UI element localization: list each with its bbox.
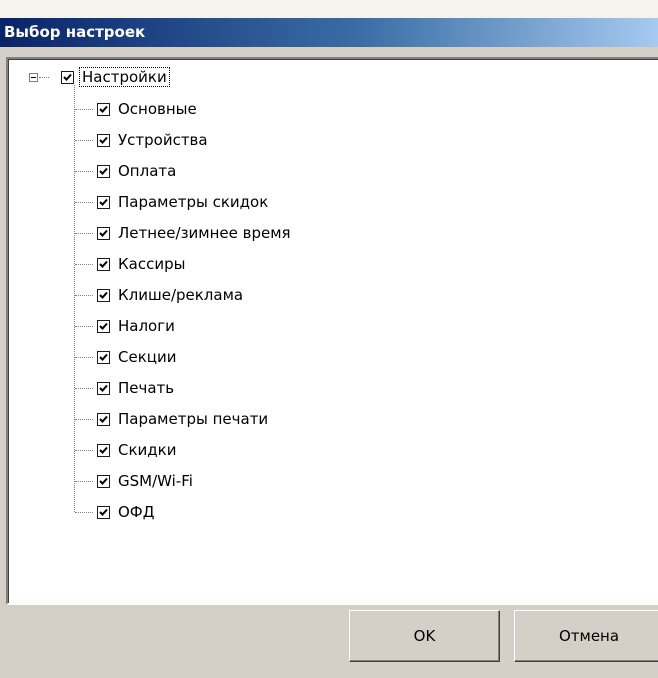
- tree-item-label: Налоги: [118, 317, 175, 335]
- checkmark-icon: [99, 353, 108, 361]
- tree-item-label: GSM/Wi-Fi: [118, 472, 193, 490]
- checkmark-icon: [99, 167, 108, 175]
- checkmark-icon: [99, 384, 108, 392]
- tree-item-label: Кассиры: [118, 255, 186, 273]
- checkbox[interactable]: [97, 102, 110, 116]
- checkmark-icon: [99, 136, 108, 144]
- window-title: Выбор настроек: [4, 23, 146, 41]
- tree-item-label: Параметры скидок: [118, 193, 269, 211]
- checkbox[interactable]: [97, 474, 110, 488]
- tree-item-label: ОФД: [118, 503, 155, 521]
- tree-item[interactable]: Клише/реклама: [97, 283, 245, 307]
- tree-item[interactable]: Устройства: [97, 128, 210, 152]
- checkbox[interactable]: [61, 70, 74, 84]
- tree-connector: [75, 326, 93, 327]
- checkmark-icon: [99, 508, 108, 516]
- tree-item[interactable]: Скидки: [97, 438, 178, 462]
- tree-connector: [75, 171, 93, 172]
- tree-connector: [39, 77, 49, 78]
- checkmark-icon: [99, 322, 108, 330]
- tree-connector: [75, 357, 93, 358]
- tree-item[interactable]: Секции: [97, 345, 178, 369]
- tree-item-label: Секции: [118, 348, 177, 366]
- checkmark-icon: [99, 198, 108, 206]
- tree-item[interactable]: GSM/Wi-Fi: [97, 469, 195, 493]
- checkmark-icon: [63, 73, 72, 81]
- checkbox[interactable]: [97, 195, 110, 209]
- checkbox[interactable]: [97, 319, 110, 333]
- tree-connector: [75, 388, 93, 389]
- tree-connector: [75, 202, 93, 203]
- tree-root-label: Настройки: [79, 67, 170, 87]
- tree-item-label: Печать: [118, 379, 175, 397]
- tree-item-label: Летнее/зимнее время: [118, 224, 291, 242]
- tree-item[interactable]: Летнее/зимнее время: [97, 221, 293, 245]
- tree-item-label: Основные: [118, 100, 197, 118]
- tree-connector: [75, 419, 93, 420]
- tree-connector: [75, 295, 93, 296]
- title-bar: Выбор настроек: [0, 18, 658, 47]
- tree-connector: [75, 264, 93, 265]
- tree-item[interactable]: Параметры печати: [97, 407, 270, 431]
- ok-button[interactable]: OK: [349, 610, 500, 662]
- tree-item[interactable]: Основные: [97, 97, 199, 121]
- tree-connector: [75, 481, 93, 482]
- settings-dialog: Выбор настроек Настройки Основные Устройст…: [0, 0, 658, 678]
- checkbox[interactable]: [97, 381, 110, 395]
- checkbox[interactable]: [97, 412, 110, 426]
- tree-item-label: Скидки: [118, 441, 177, 459]
- checkbox[interactable]: [97, 443, 110, 457]
- checkbox[interactable]: [97, 164, 110, 178]
- checkbox[interactable]: [97, 257, 110, 271]
- checkbox[interactable]: [97, 288, 110, 302]
- settings-tree-panel[interactable]: Настройки Основные Устройства Оплата Парамет…: [6, 57, 658, 605]
- tree-item[interactable]: ОФД: [97, 500, 156, 524]
- tree-connector: [75, 140, 93, 141]
- tree-connector: [75, 512, 93, 513]
- tree-root-node[interactable]: Настройки: [61, 65, 170, 89]
- checkmark-icon: [99, 229, 108, 237]
- checkmark-icon: [99, 260, 108, 268]
- collapse-toggle-icon[interactable]: [29, 73, 38, 82]
- cancel-button[interactable]: Отмена: [514, 610, 658, 662]
- checkmark-icon: [99, 105, 108, 113]
- settings-tree: Настройки Основные Устройства Оплата Парамет…: [8, 59, 658, 603]
- checkmark-icon: [99, 446, 108, 454]
- tree-item[interactable]: Налоги: [97, 314, 177, 338]
- checkbox[interactable]: [97, 226, 110, 240]
- tree-connector: [75, 233, 93, 234]
- checkbox[interactable]: [97, 505, 110, 519]
- checkmark-icon: [99, 291, 108, 299]
- tree-connector: [75, 450, 93, 451]
- tree-branch-line: [74, 85, 75, 512]
- checkmark-icon: [99, 477, 108, 485]
- tree-item-label: Клише/реклама: [118, 286, 244, 304]
- tree-item[interactable]: Оплата: [97, 159, 178, 183]
- checkbox[interactable]: [97, 350, 110, 364]
- tree-item[interactable]: Кассиры: [97, 252, 187, 276]
- tree-item[interactable]: Печать: [97, 376, 176, 400]
- tree-connector: [75, 109, 93, 110]
- tree-item[interactable]: Параметры скидок: [97, 190, 270, 214]
- tree-item-label: Устройства: [118, 131, 208, 149]
- tree-item-label: Параметры печати: [118, 410, 269, 428]
- checkbox[interactable]: [97, 133, 110, 147]
- top-strip: [0, 0, 658, 18]
- tree-item-label: Оплата: [118, 162, 177, 180]
- checkmark-icon: [99, 415, 108, 423]
